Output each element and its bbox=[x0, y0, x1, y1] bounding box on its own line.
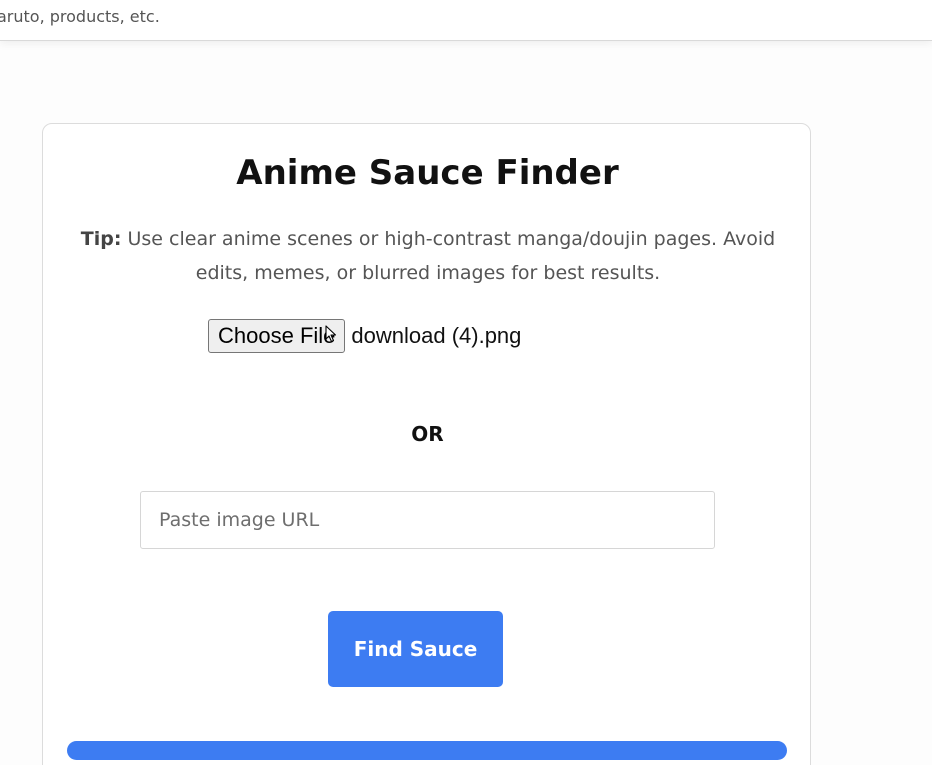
search-bar-text: aruto, products, etc. bbox=[0, 7, 160, 26]
selected-file-name: download (4).png bbox=[351, 323, 522, 348]
page-title: Anime Sauce Finder bbox=[236, 153, 619, 193]
progress-bar bbox=[67, 741, 787, 760]
search-bar[interactable]: aruto, products, etc. bbox=[0, 0, 932, 41]
tip-text: Tip: Use clear anime scenes or high-cont… bbox=[75, 222, 781, 290]
cursor-icon bbox=[325, 325, 337, 343]
file-input[interactable]: Choose File download (4).png bbox=[208, 319, 521, 353]
tip-body: Use clear anime scenes or high-contrast … bbox=[121, 228, 776, 284]
tip-label: Tip: bbox=[80, 228, 122, 250]
image-url-input[interactable] bbox=[140, 491, 715, 549]
find-sauce-button[interactable]: Find Sauce bbox=[328, 611, 503, 687]
or-divider-label: OR bbox=[411, 422, 444, 446]
